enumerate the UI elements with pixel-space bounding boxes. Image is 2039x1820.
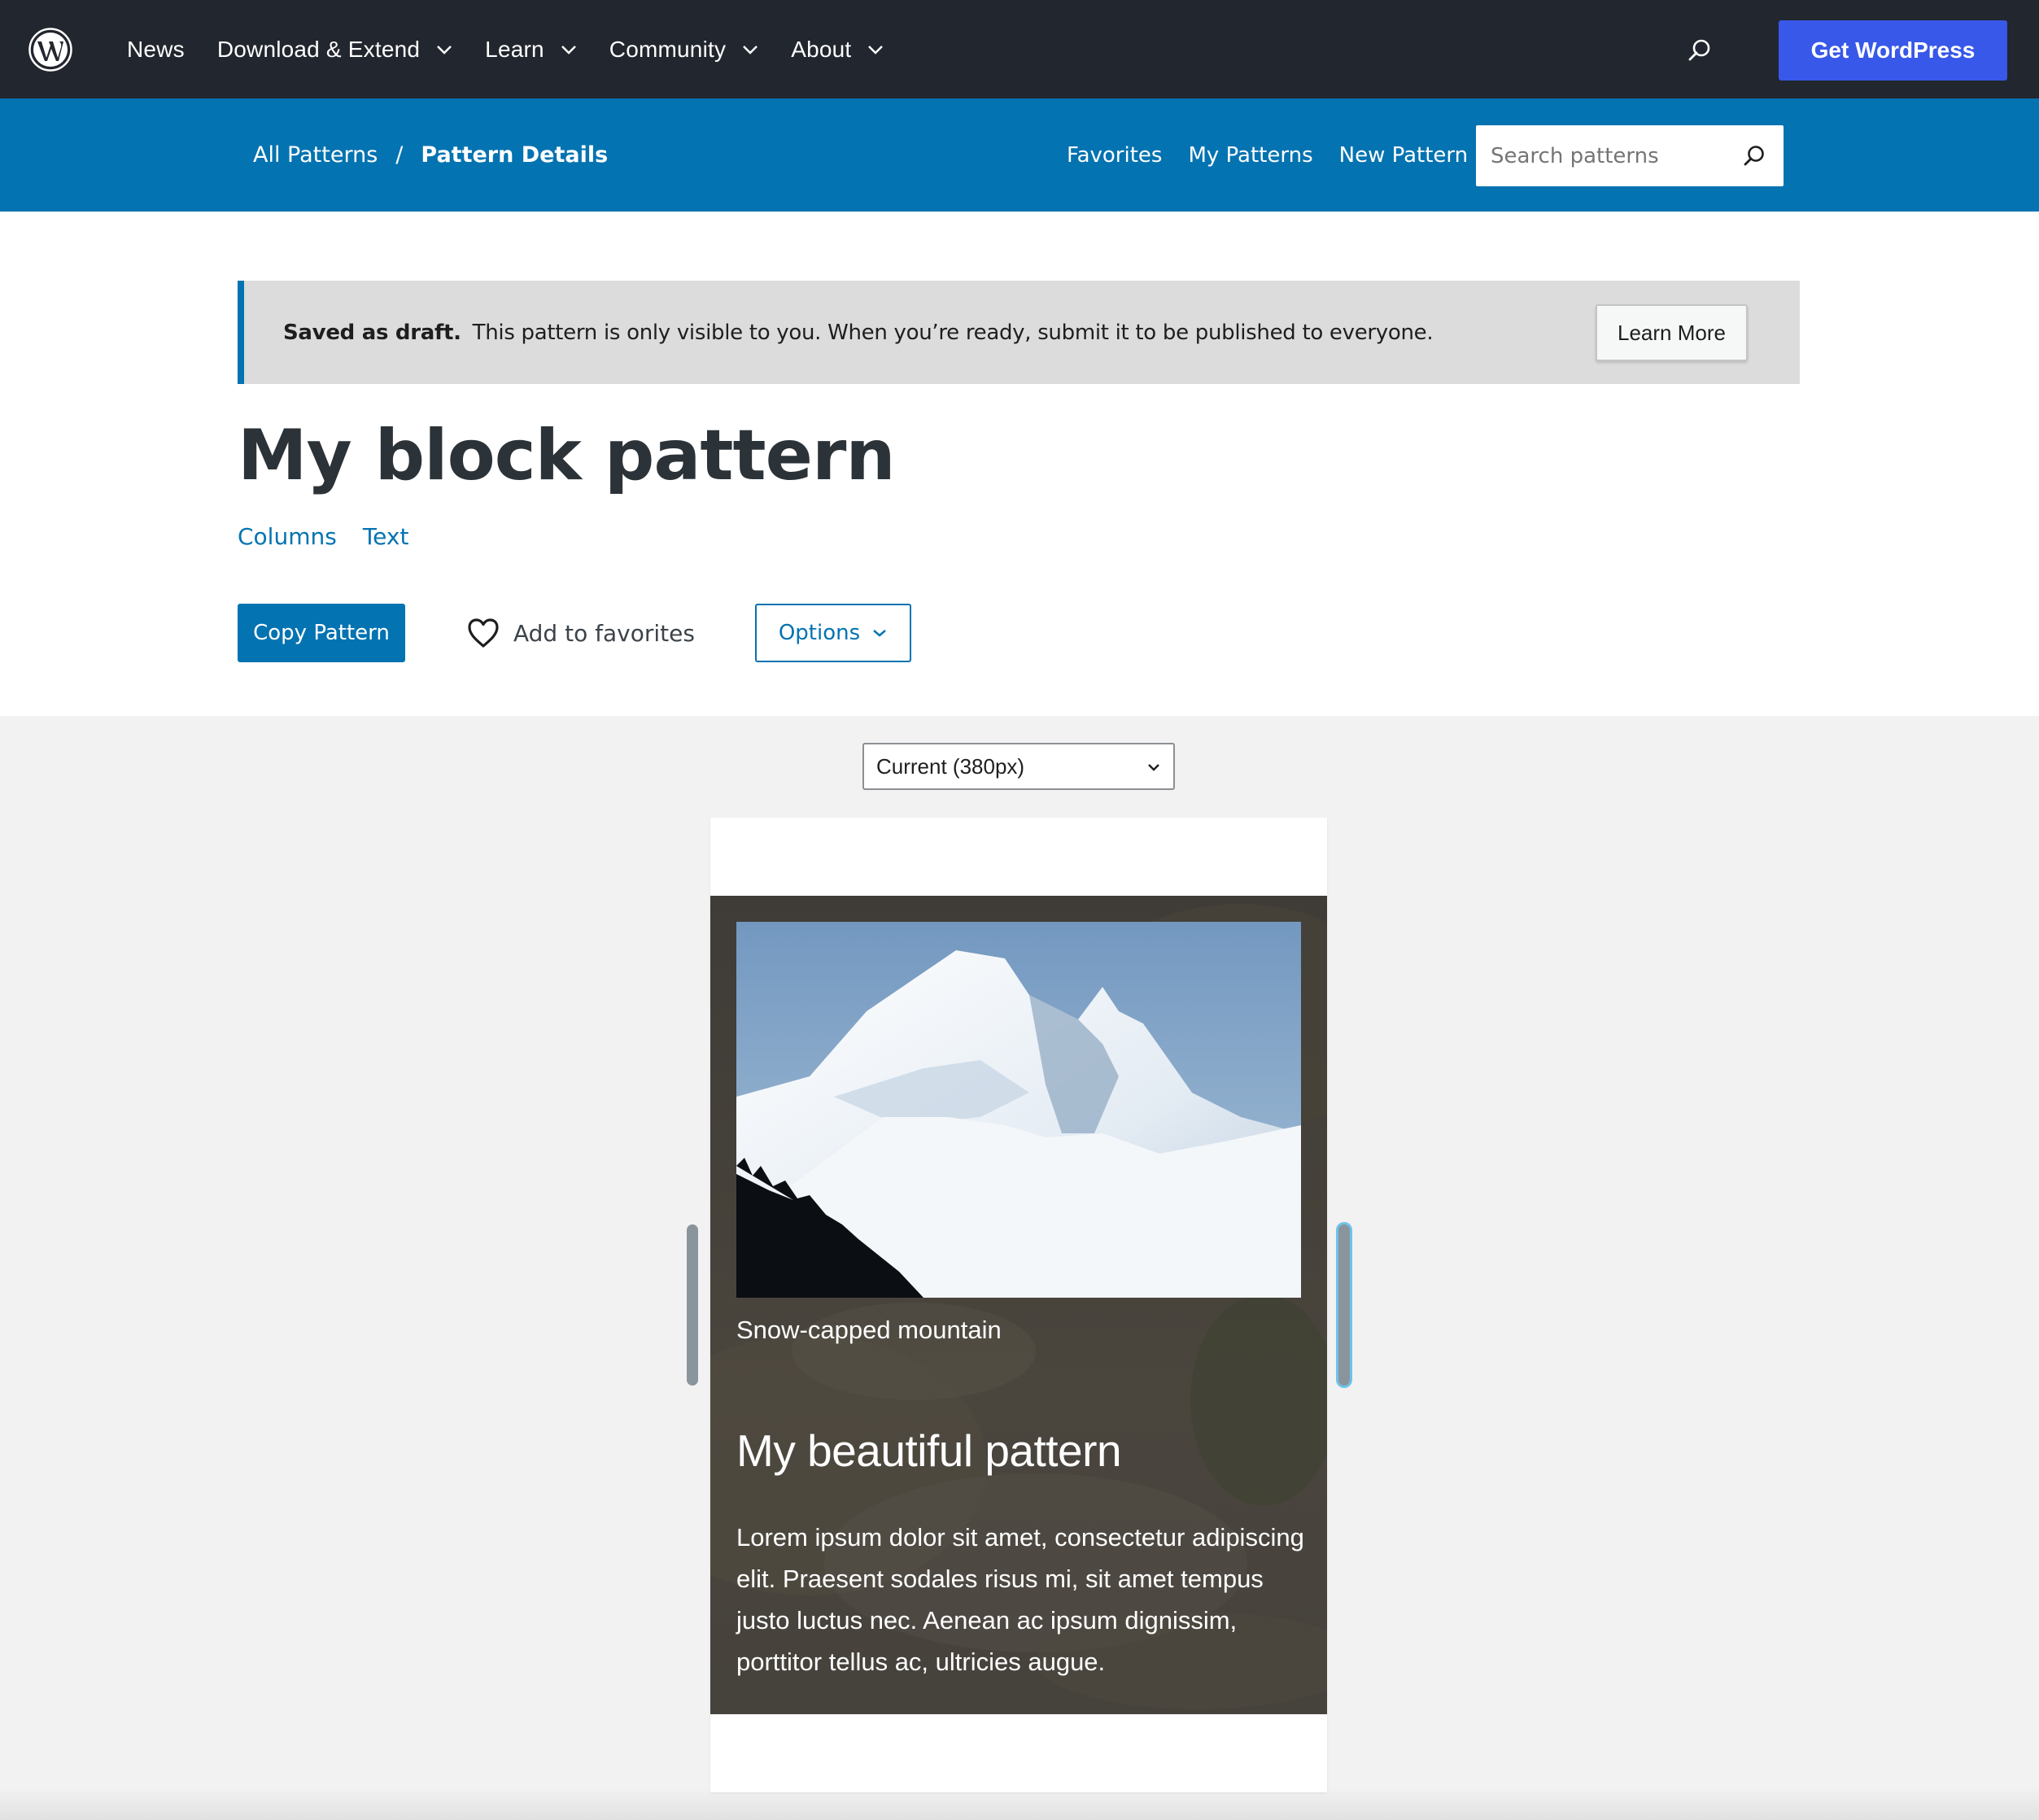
- notice-text: This pattern is only visible to you. Whe…: [472, 320, 1434, 345]
- mountain-image: [736, 922, 1301, 1298]
- preview-width-value: Current (380px): [876, 753, 1025, 779]
- nav-label: Community: [609, 36, 727, 62]
- search-icon[interactable]: [1688, 38, 1712, 63]
- patterns-nav: Favorites My Patterns New Pattern: [1067, 98, 1494, 212]
- chevron-down-icon: [873, 630, 886, 637]
- search-icon[interactable]: [1743, 145, 1766, 168]
- chevron-down-icon: [743, 45, 758, 55]
- notice-status: Saved as draft.: [283, 320, 461, 345]
- chevron-down-icon: [868, 45, 884, 55]
- preview-width-select[interactable]: Current (380px): [862, 743, 1175, 790]
- options-dropdown-button[interactable]: Options: [755, 604, 911, 662]
- nav-item-download-extend[interactable]: Download & Extend: [217, 37, 452, 63]
- patterns-header: All Patterns / Pattern Details Favorites…: [0, 98, 2039, 212]
- cover-paragraph: Lorem ipsum dolor sit amet, consectetur …: [736, 1523, 1304, 1676]
- chevron-down-icon: [1148, 764, 1159, 771]
- global-nav: News Download & Extend Learn Community A…: [127, 0, 916, 98]
- nav-label: About: [791, 36, 852, 62]
- chevron-down-icon: [437, 45, 452, 55]
- nav-favorites[interactable]: Favorites: [1067, 143, 1162, 168]
- wordpress-logo-icon[interactable]: [28, 28, 72, 72]
- category-columns[interactable]: Columns: [238, 523, 337, 550]
- get-wordpress-button[interactable]: Get WordPress: [1779, 20, 2007, 81]
- nav-my-patterns[interactable]: My Patterns: [1188, 143, 1312, 168]
- breadcrumb-all-patterns[interactable]: All Patterns: [253, 142, 378, 168]
- global-header: News Download & Extend Learn Community A…: [0, 0, 2039, 98]
- chevron-down-icon: [561, 45, 576, 55]
- pattern-title: My block pattern: [238, 415, 896, 496]
- search-patterns-input[interactable]: [1491, 143, 1735, 168]
- add-to-favorites-label: Add to favorites: [513, 619, 695, 647]
- notice-message: Saved as draft. This pattern is only vis…: [283, 320, 1434, 345]
- cover-block: Snow-capped mountain My beautiful patter…: [710, 896, 1327, 1714]
- nav-label: Download & Extend: [216, 36, 421, 62]
- breadcrumb-current: Pattern Details: [421, 142, 609, 168]
- breadcrumb-separator: /: [395, 142, 404, 168]
- heart-icon: [468, 618, 499, 648]
- bottom-shadow: [0, 1787, 2039, 1820]
- draft-notice: Saved as draft. This pattern is only vis…: [238, 281, 1800, 384]
- breadcrumb: All Patterns / Pattern Details: [253, 98, 608, 212]
- nav-new-pattern[interactable]: New Pattern: [1339, 143, 1469, 168]
- image-caption: Snow-capped mountain: [736, 1316, 1002, 1344]
- nav-label: Learn: [485, 36, 544, 62]
- add-to-favorites-button[interactable]: Add to favorites: [466, 604, 695, 662]
- nav-item-learn[interactable]: Learn: [485, 37, 577, 63]
- cover-heading: My beautiful pattern: [736, 1425, 1122, 1476]
- pattern-preview-frame: Snow-capped mountain My beautiful patter…: [710, 818, 1327, 1792]
- pattern-categories: Columns Text: [238, 523, 434, 550]
- search-patterns-field: [1476, 125, 1784, 186]
- resize-handle-right[interactable]: [1338, 1224, 1350, 1386]
- options-label: Options: [778, 621, 861, 645]
- nav-item-community[interactable]: Community: [609, 37, 758, 63]
- category-text[interactable]: Text: [363, 523, 409, 550]
- nav-label: News: [127, 36, 185, 62]
- nav-item-news[interactable]: News: [127, 37, 185, 63]
- resize-handle-left[interactable]: [687, 1224, 698, 1386]
- nav-item-about[interactable]: About: [791, 37, 884, 63]
- copy-pattern-button[interactable]: Copy Pattern: [238, 604, 405, 662]
- learn-more-button[interactable]: Learn More: [1596, 304, 1748, 361]
